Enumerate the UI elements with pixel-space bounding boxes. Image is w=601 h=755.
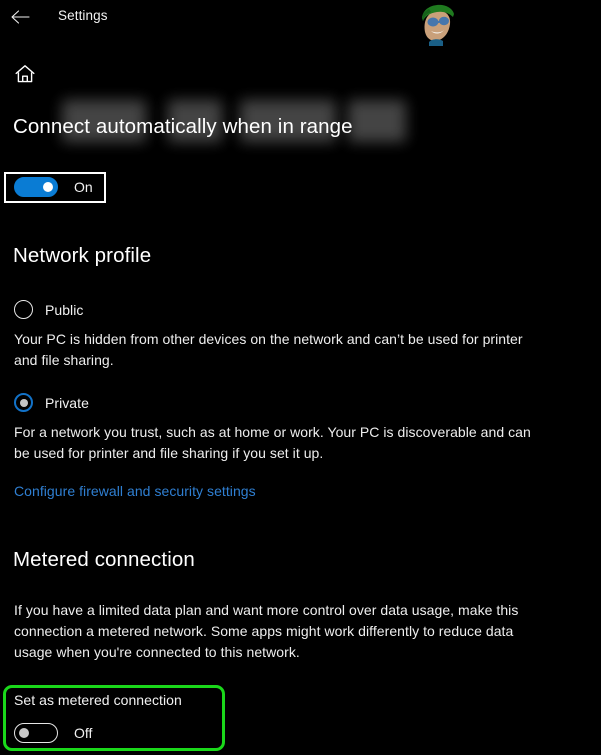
network-profile-option-private[interactable]: Private (14, 393, 89, 412)
connect-automatically-toggle[interactable] (14, 177, 58, 197)
network-profile-option-public[interactable]: Public (14, 300, 83, 319)
connect-automatically-toggle-row[interactable]: On (14, 177, 93, 197)
network-profile-heading: Network profile (13, 244, 152, 267)
back-button[interactable] (6, 3, 36, 31)
cartoon-avatar-watermark (413, 2, 461, 48)
configure-firewall-link[interactable]: Configure firewall and security settings (14, 481, 256, 501)
metered-connection-description: If you have a limited data plan and want… (14, 602, 519, 660)
network-profile-option-private-label: Private (45, 394, 89, 411)
home-icon[interactable] (13, 62, 37, 86)
connect-automatically-heading: Connect automatically when in range (13, 115, 353, 138)
network-profile-private-description: For a network you trust, such as at home… (14, 424, 531, 461)
back-arrow-icon (11, 10, 31, 24)
set-as-metered-connection-toggle-row[interactable]: Off (14, 723, 92, 743)
breadcrumb (0, 48, 601, 142)
network-profile-public-description: Your PC is hidden from other devices on … (14, 331, 523, 368)
network-profile-option-public-label: Public (45, 301, 84, 318)
toggle-knob-icon (43, 182, 53, 192)
title-bar: Settings (0, 0, 601, 34)
radio-unselected-icon[interactable] (14, 300, 33, 319)
connect-automatically-toggle-state: On (74, 179, 93, 195)
toggle-knob-icon (19, 728, 29, 738)
breadcrumb-redacted-segment (348, 100, 406, 142)
metered-connection-heading: Metered connection (13, 548, 195, 571)
radio-selected-icon[interactable] (14, 393, 33, 412)
app-title: Settings (58, 8, 108, 23)
set-as-metered-connection-toggle-state: Off (74, 725, 93, 741)
set-as-metered-connection-label: Set as metered connection (14, 692, 182, 708)
set-as-metered-connection-toggle[interactable] (14, 723, 58, 743)
